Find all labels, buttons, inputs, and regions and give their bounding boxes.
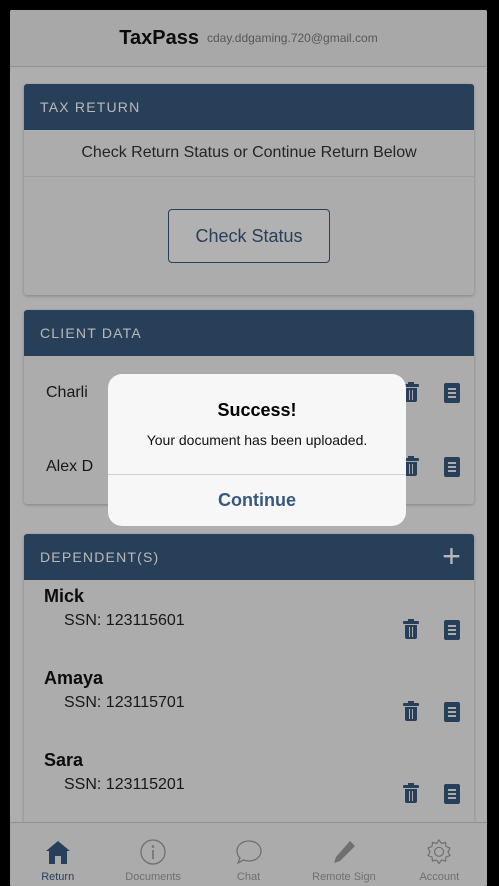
- success-alert: Success! Your document has been uploaded…: [108, 374, 406, 526]
- alert-title: Success!: [217, 400, 297, 420]
- alert-message: Your document has been uploaded.: [146, 432, 368, 448]
- app-screen: TaxPass cday.ddgaming.720@gmail.com TAX …: [10, 10, 487, 886]
- continue-button[interactable]: Continue: [108, 475, 406, 526]
